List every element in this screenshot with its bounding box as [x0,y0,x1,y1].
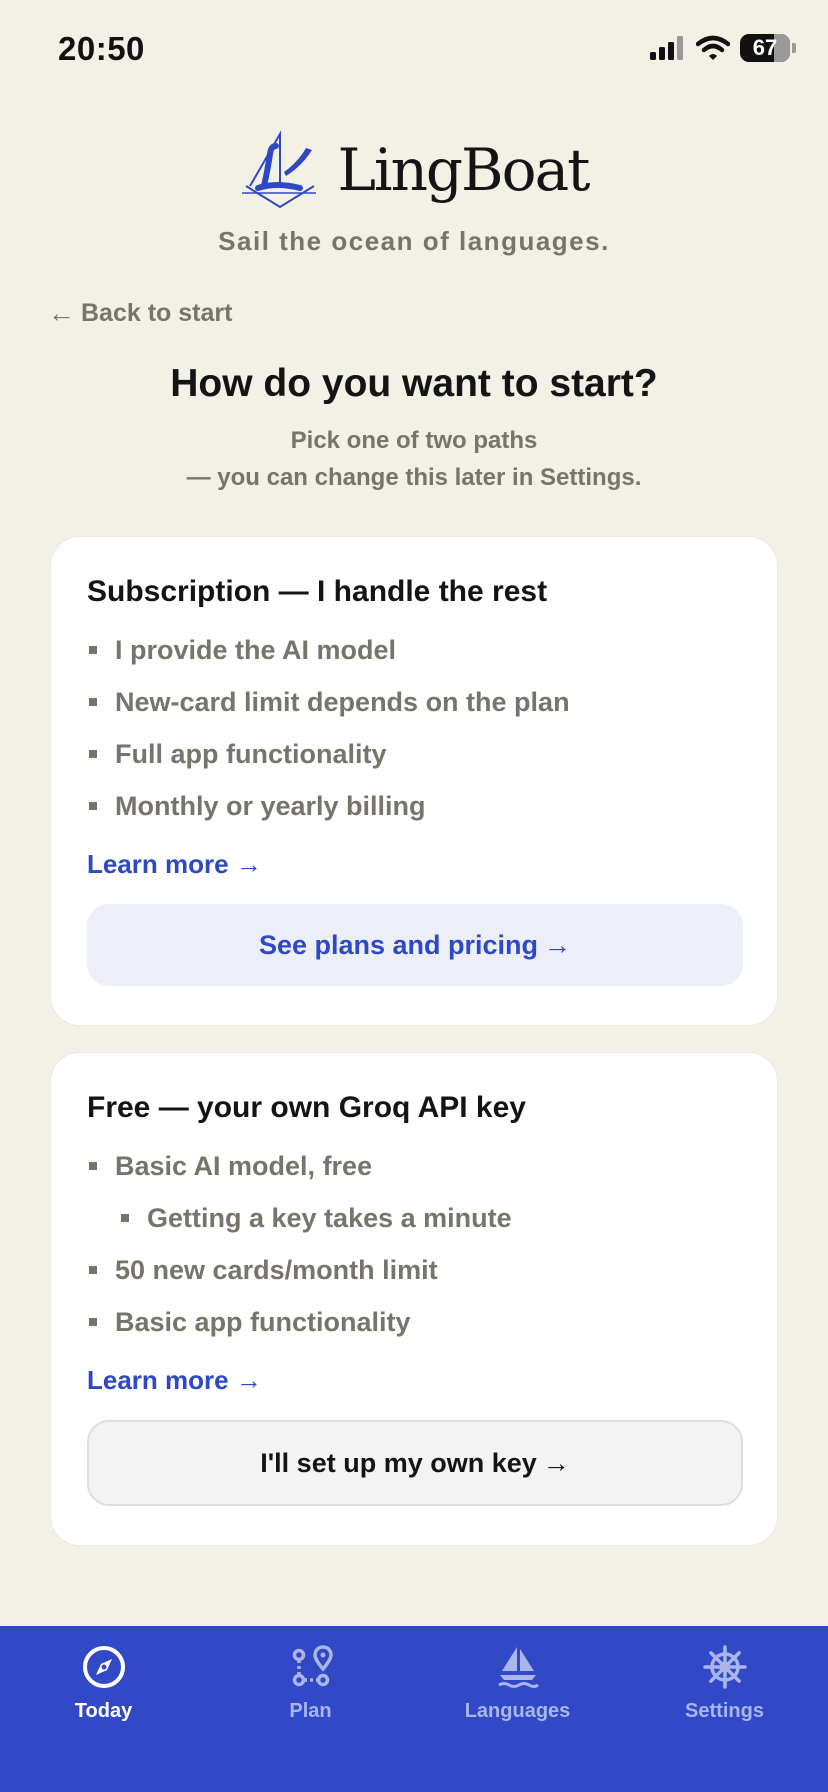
tab-label: Today [74,1700,133,1722]
list-item: Monthly or yearly billing [87,787,741,839]
arrow-left-icon: ← [48,298,75,328]
tagline: Sail the ocean of languages. [218,226,610,256]
subtitle-line-1: Pick one of two paths [290,427,538,454]
subscription-feature-list: I provide the AI model New-card limit de… [87,631,741,839]
list-item: New-card limit depends on the plan [87,683,741,735]
arrow-right-icon: → [544,929,572,960]
wifi-icon [696,35,730,60]
status-time: 20:50 [58,30,145,67]
page-title: How do you want to start? [170,362,658,405]
subscription-learn-more-link[interactable]: Learn more → [87,849,262,880]
learn-more-label: Learn more [87,1365,229,1395]
route-icon [288,1644,334,1690]
subscription-card[interactable]: Subscription — I handle the rest I provi… [50,536,778,1026]
brand-name: LingBoat [337,136,591,204]
arrow-right-icon: → [235,849,262,879]
battery-level: 67 [752,35,778,60]
brand-header: LingBoat [0,130,828,210]
ship-wheel-icon [702,1644,748,1690]
subscription-card-title: Subscription — I handle the rest [87,575,548,608]
compass-icon [81,1644,127,1690]
battery-indicator: 67 [740,34,790,62]
back-to-start-label: Back to start [81,299,233,327]
list-item-nested: Getting a key takes a minute [87,1199,741,1251]
tab-languages[interactable]: Languages [414,1626,621,1792]
own-key-label: I'll set up my own key [260,1447,537,1478]
status-icons: 67 [650,34,796,62]
tab-plan[interactable]: Plan [207,1626,414,1792]
tab-today[interactable]: Today [0,1626,207,1792]
learn-more-label: Learn more [87,849,229,879]
see-plans-label: See plans and pricing [258,929,539,960]
list-item: Basic app functionality [87,1303,741,1355]
status-bar: 20:50 67 [0,0,828,100]
battery-tip [792,43,796,53]
signal-icon [650,36,683,60]
list-item: Basic AI model, free [87,1147,741,1199]
own-key-button[interactable]: I'll set up my own key → [87,1420,743,1506]
free-learn-more-link[interactable]: Learn more → [87,1365,262,1396]
lingboat-logo-icon [241,130,316,209]
list-item: I provide the AI model [87,631,741,683]
free-feature-list: Basic AI model, free Getting a key takes… [87,1147,741,1355]
see-plans-button[interactable]: See plans and pricing → [87,904,743,986]
sailboat-icon [495,1644,541,1690]
tab-label: Settings [685,1700,764,1722]
free-card[interactable]: Free — your own Groq API key Basic AI mo… [50,1052,778,1546]
free-card-title: Free — your own Groq API key [87,1091,526,1124]
list-item: Full app functionality [87,735,741,787]
list-item: 50 new cards/month limit [87,1251,741,1303]
subtitle-line-2: — you can change this later in Settings. [186,464,642,491]
arrow-right-icon: → [235,1365,262,1395]
tab-label: Languages [464,1700,571,1722]
tab-settings[interactable]: Settings [621,1626,828,1792]
page-subtitle: Pick one of two paths — you can change t… [0,422,828,496]
tab-label: Plan [289,1700,332,1722]
arrow-right-icon: → [542,1447,570,1478]
tab-bar: Today Plan Languages Settings [0,1626,828,1792]
back-to-start-link[interactable]: ← Back to start [48,298,232,329]
